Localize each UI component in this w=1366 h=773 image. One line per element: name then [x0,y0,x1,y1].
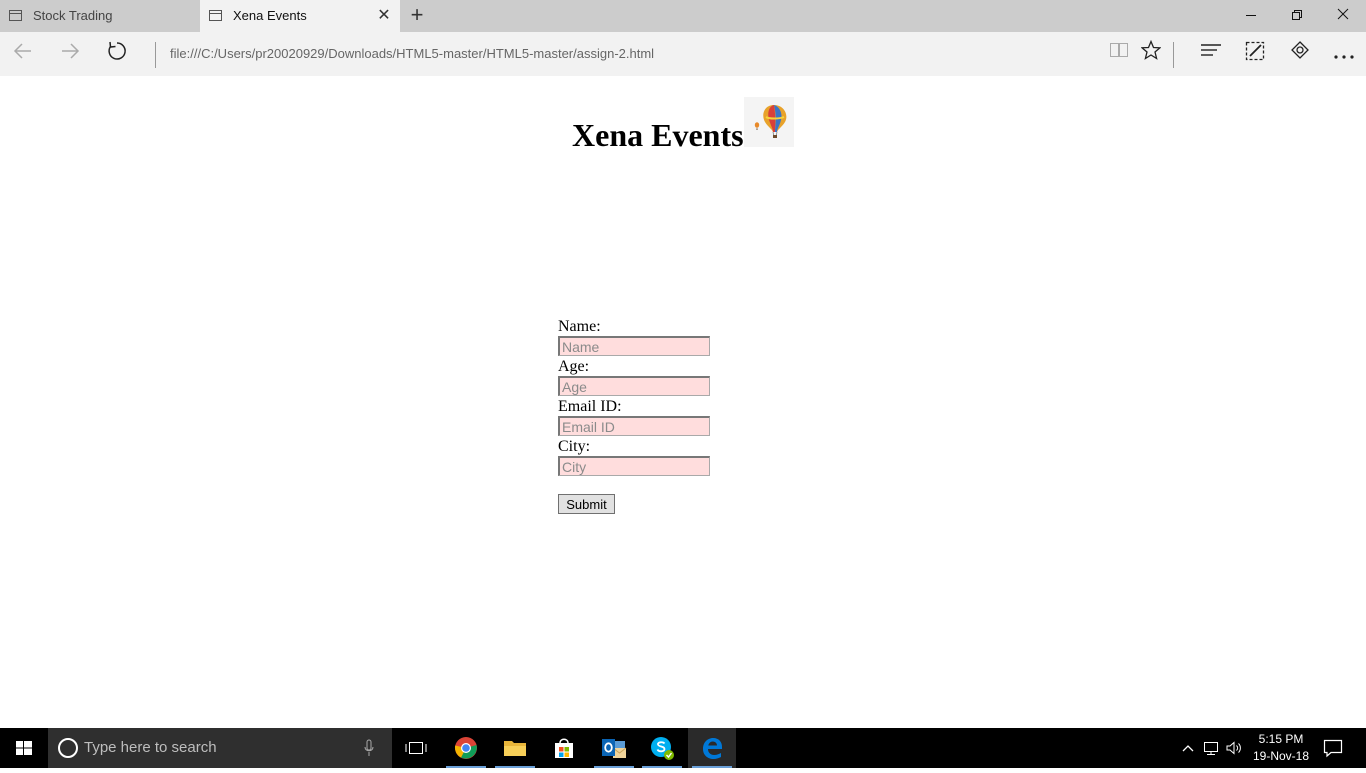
name-field[interactable] [558,336,710,356]
name-label: Name: [558,318,601,335]
navigation-bar: file:///C:/Users/pr20020929/Downloads/HT… [0,32,1366,76]
web-note-icon[interactable] [1240,40,1270,68]
tab-stock-trading[interactable]: Stock Trading [0,0,200,32]
microphone-icon[interactable] [364,739,374,757]
email-label: Email ID: [558,398,622,415]
tab-xena-events[interactable]: Xena Events ✕ [200,0,400,32]
back-icon[interactable] [8,40,38,68]
forward-icon[interactable] [55,40,85,68]
network-icon[interactable] [1202,739,1220,757]
page-title: Xena Events [572,117,744,153]
page-content: Xena Events Name: Age: Email ID: City: S… [0,76,1366,728]
tab-strip: Stock Trading Xena Events ✕ + [0,0,1366,32]
more-icon[interactable] [1329,40,1359,68]
notification-center-icon[interactable] [1322,738,1344,758]
favorite-star-icon[interactable] [1136,39,1166,68]
hub-icon[interactable] [1196,40,1226,68]
maximize-icon[interactable] [1274,0,1320,32]
share-icon[interactable] [1285,40,1315,68]
registration-form: Name: Age: Email ID: City: Submit [558,316,758,514]
divider [1173,42,1174,68]
volume-icon[interactable] [1225,739,1243,757]
edge-icon[interactable] [688,728,736,768]
minimize-icon[interactable] [1228,0,1274,32]
reading-view-icon[interactable] [1104,40,1134,68]
clock-time: 5:15 PM [1258,732,1304,746]
new-tab-button[interactable]: + [406,4,428,28]
tab-label: Xena Events [233,8,307,23]
tab-label: Stock Trading [33,8,113,23]
address-bar[interactable]: file:///C:/Users/pr20020929/Downloads/HT… [170,46,654,61]
outlook-icon[interactable] [590,728,638,768]
task-view-icon[interactable] [392,728,440,768]
windows-start-icon[interactable] [0,728,48,768]
store-icon[interactable] [540,728,588,768]
search-placeholder: Type here to search [84,739,217,756]
clock-date: 19-Nov-18 [1252,749,1310,763]
chrome-icon[interactable] [442,728,490,768]
cortana-icon [58,738,78,758]
system-clock[interactable]: 5:15 PM 19-Nov-18 [1246,731,1316,765]
taskbar-search-box[interactable]: Type here to search [48,728,392,768]
age-label: Age: [558,358,590,375]
hot-air-balloon-icon [744,97,794,147]
submit-button[interactable]: Submit [558,494,615,514]
tab-icon [209,10,222,21]
skype-icon[interactable] [638,728,686,768]
taskbar: Type here to search 5:15 PM 19-Nov-18 [0,728,1366,768]
file-explorer-icon[interactable] [491,728,539,768]
age-field[interactable] [558,376,710,396]
city-label: City: [558,438,591,455]
close-icon[interactable]: ✕ [376,8,392,24]
email-field[interactable] [558,416,710,436]
divider [155,42,156,68]
window-close-icon[interactable] [1320,0,1366,32]
city-field[interactable] [558,456,710,476]
chevron-up-icon[interactable] [1178,738,1198,758]
tab-icon [9,10,22,21]
refresh-icon[interactable] [102,40,132,68]
